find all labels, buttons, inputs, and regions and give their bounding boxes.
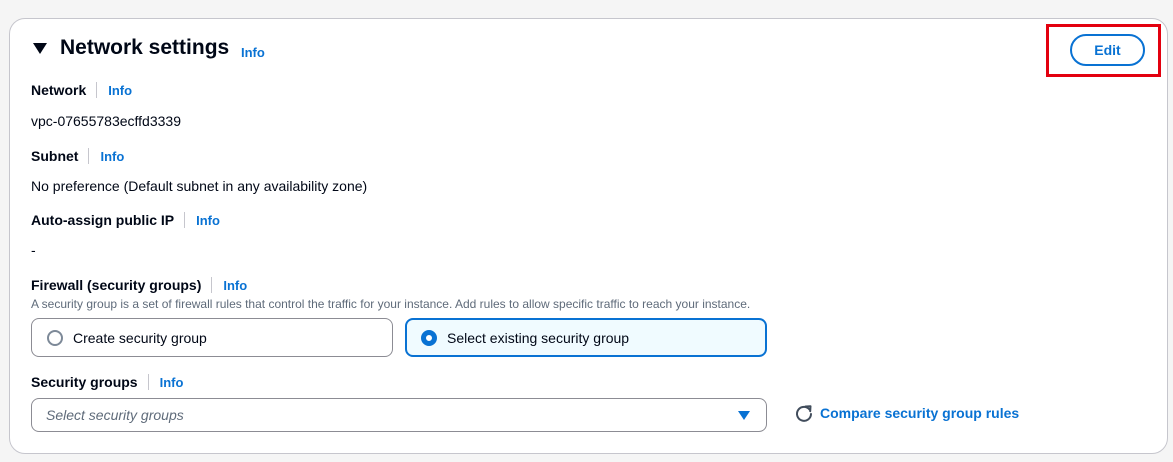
security-groups-info-link[interactable]: Info <box>160 375 184 390</box>
network-info-link[interactable]: Info <box>108 83 132 98</box>
caret-down-icon[interactable] <box>33 43 47 54</box>
radio-selected-icon[interactable] <box>421 329 437 346</box>
divider <box>147 374 149 390</box>
dropdown-caret-icon[interactable] <box>738 411 750 420</box>
security-groups-select[interactable]: Select security groups <box>31 398 767 432</box>
firewall-info-link[interactable]: Info <box>223 278 247 293</box>
option-label: Create security group <box>73 329 207 346</box>
firewall-label-row: Firewall (security groups) Info <box>31 277 247 293</box>
public-ip-label: Auto-assign public IP <box>31 212 175 228</box>
create-security-group-option[interactable]: Create security group <box>31 318 393 357</box>
radio-unselected-icon[interactable] <box>47 329 63 346</box>
network-value: vpc-07655783ecffd3339 <box>31 113 181 129</box>
edit-button[interactable]: Edit <box>1070 34 1145 66</box>
subnet-label-row: Subnet Info <box>31 148 124 164</box>
security-groups-label-row: Security groups Info <box>31 374 183 390</box>
public-ip-label-row: Auto-assign public IP Info <box>31 212 220 228</box>
subnet-info-link[interactable]: Info <box>100 149 124 164</box>
option-label: Select existing security group <box>447 329 630 346</box>
refresh-icon <box>796 405 812 422</box>
divider <box>211 277 213 293</box>
title-info-link[interactable]: Info <box>241 45 265 60</box>
divider <box>96 82 98 98</box>
network-label-row: Network Info <box>31 82 132 98</box>
firewall-label: Firewall (security groups) <box>31 277 202 293</box>
network-label: Network <box>31 82 87 98</box>
select-existing-security-group-option[interactable]: Select existing security group <box>405 318 767 357</box>
security-groups-label: Security groups <box>31 374 138 390</box>
divider <box>88 148 90 164</box>
subnet-label: Subnet <box>31 148 79 164</box>
public-ip-value: - <box>31 242 36 258</box>
subnet-value: No preference (Default subnet in any ava… <box>31 178 368 194</box>
public-ip-info-link[interactable]: Info <box>196 213 220 228</box>
select-placeholder: Select security groups <box>46 407 184 423</box>
compare-link-label: Compare security group rules <box>820 405 1020 421</box>
compare-security-group-rules-link[interactable]: Compare security group rules <box>794 403 1019 423</box>
firewall-description: A security group is a set of firewall ru… <box>31 297 751 311</box>
section-title: Network settings <box>60 36 230 59</box>
divider <box>184 212 186 228</box>
